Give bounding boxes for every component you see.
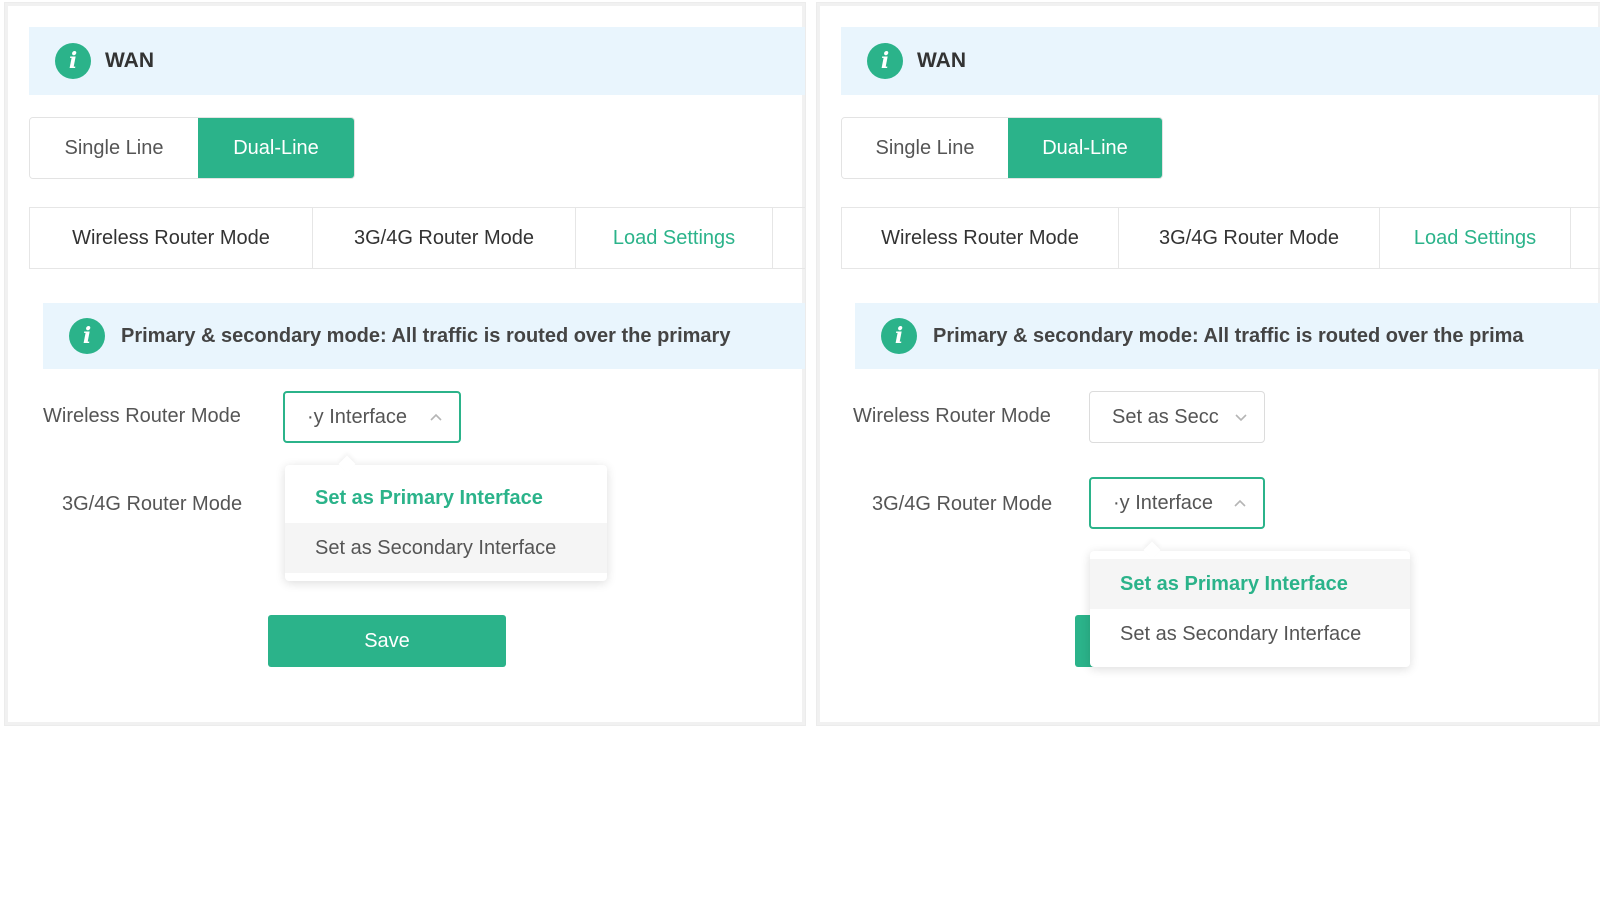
interface-dropdown: Set as Primary Interface Set as Secondar… xyxy=(285,465,607,581)
notice-banner: i Primary & secondary mode: All traffic … xyxy=(43,303,805,369)
3g4g-router-mode-label: 3G/4G Router Mode xyxy=(872,493,1053,515)
wireless-router-mode-select[interactable]: ·y Interface xyxy=(283,391,461,443)
mode-tabs: Wireless Router Mode 3G/4G Router Mode L… xyxy=(841,207,1600,269)
info-icon: i xyxy=(69,318,105,354)
3g4g-router-mode-select[interactable]: ·y Interface xyxy=(1089,477,1265,529)
option-secondary-interface[interactable]: Set as Secondary Interface xyxy=(1090,609,1410,659)
option-primary-interface[interactable]: Set as Primary Interface xyxy=(1090,559,1410,609)
tab-wireless-router-mode[interactable]: Wireless Router Mode xyxy=(30,208,313,268)
wan-header: i WAN xyxy=(841,27,1600,95)
option-secondary-interface[interactable]: Set as Secondary Interface xyxy=(285,523,607,573)
dual-line-button[interactable]: Dual-Line xyxy=(1008,118,1162,178)
3g4g-router-mode-label: 3G/4G Router Mode xyxy=(62,493,243,515)
select-value: ·y Interface xyxy=(1113,491,1214,514)
wireless-router-mode-select[interactable]: Set as Secc xyxy=(1089,391,1265,443)
page-title: WAN xyxy=(917,49,966,72)
save-button[interactable]: Save xyxy=(268,615,506,667)
chevron-up-icon xyxy=(1234,499,1246,507)
select-value: ·y Interface xyxy=(307,405,408,428)
line-mode-toggle: Single Line Dual-Line xyxy=(841,117,1163,179)
line-mode-toggle: Single Line Dual-Line xyxy=(29,117,355,179)
chevron-down-icon xyxy=(1235,414,1247,422)
tab-load-settings[interactable]: Load Settings xyxy=(1380,208,1571,268)
tab-load-settings[interactable]: Load Settings xyxy=(576,208,773,268)
tab-wireless-router-mode[interactable]: Wireless Router Mode xyxy=(842,208,1119,268)
select-value: Set as Secc xyxy=(1112,405,1219,428)
wireless-router-mode-label: Wireless Router Mode xyxy=(43,405,241,427)
wireless-router-mode-label: Wireless Router Mode xyxy=(853,405,1051,427)
tab-3g4g-router-mode[interactable]: 3G/4G Router Mode xyxy=(313,208,576,268)
page-title: WAN xyxy=(105,49,154,72)
dual-line-button[interactable]: Dual-Line xyxy=(198,118,354,178)
single-line-button[interactable]: Single Line xyxy=(842,118,1008,178)
notice-banner: i Primary & secondary mode: All traffic … xyxy=(855,303,1600,369)
info-icon: i xyxy=(881,318,917,354)
wan-header: i WAN xyxy=(29,27,805,95)
tab-3g4g-router-mode[interactable]: 3G/4G Router Mode xyxy=(1119,208,1380,268)
notice-text: Primary & secondary mode: All traffic is… xyxy=(121,324,731,347)
mode-tabs: Wireless Router Mode 3G/4G Router Mode L… xyxy=(29,207,805,269)
wan-panel-left: i WAN Single Line Dual-Line Wireless Rou… xyxy=(4,2,806,726)
single-line-button[interactable]: Single Line xyxy=(30,118,198,178)
interface-dropdown: Set as Primary Interface Set as Secondar… xyxy=(1090,551,1410,667)
option-primary-interface[interactable]: Set as Primary Interface xyxy=(285,473,607,523)
chevron-up-icon xyxy=(430,413,442,421)
notice-text: Primary & secondary mode: All traffic is… xyxy=(933,324,1524,347)
wan-panel-right: i WAN Single Line Dual-Line Wireless Rou… xyxy=(816,2,1600,726)
info-icon: i xyxy=(867,43,903,79)
info-icon: i xyxy=(55,43,91,79)
